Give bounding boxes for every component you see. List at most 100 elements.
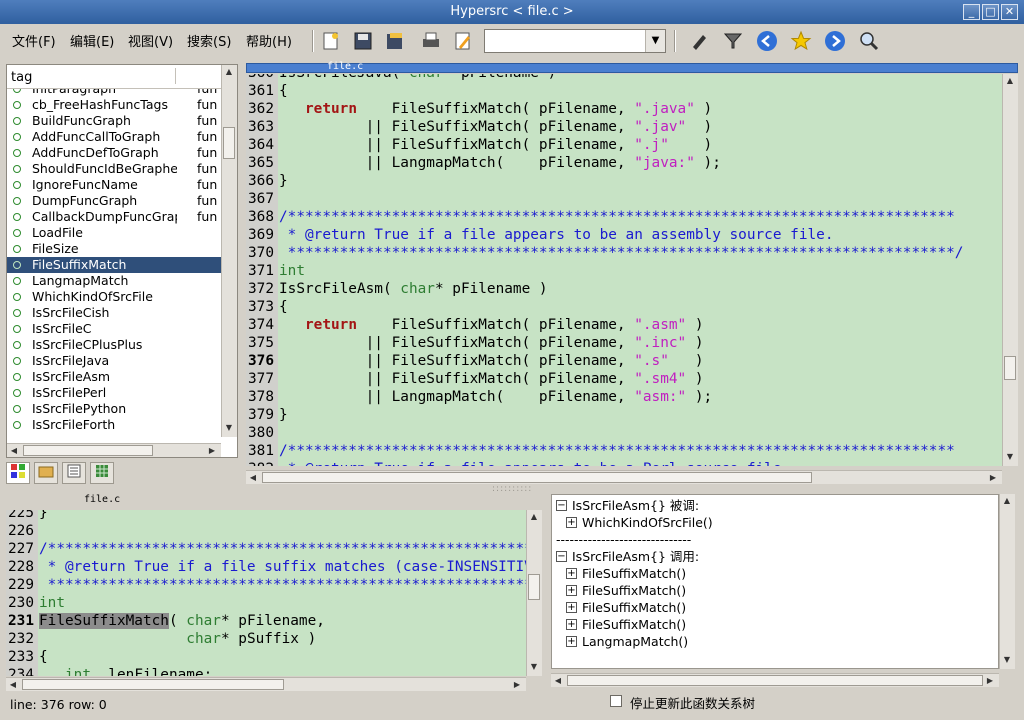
tag-row[interactable]: FileModeO <box>7 433 221 435</box>
scroll-left-icon[interactable]: ◀ <box>6 678 20 692</box>
tags-tab-icon[interactable] <box>6 462 30 484</box>
scroll-up-icon[interactable]: ▲ <box>1000 494 1014 508</box>
tag-row[interactable]: LoadFile <box>7 225 221 241</box>
menu-view[interactable]: 视图(V) <box>124 28 177 50</box>
save-all-icon[interactable] <box>382 28 408 54</box>
expand-icon[interactable]: + <box>566 585 577 596</box>
collapse-icon[interactable]: − <box>556 500 567 511</box>
bookmark-star-icon[interactable] <box>788 28 814 54</box>
scroll-right-icon[interactable]: ▶ <box>510 678 524 692</box>
tag-row[interactable]: IsSrcFileCPlusPlus <box>7 337 221 353</box>
tag-row[interactable]: FileSize <box>7 241 221 257</box>
menu-help[interactable]: 帮助(H) <box>242 28 296 50</box>
scroll-thumb[interactable] <box>22 679 284 690</box>
preview-tab-label[interactable]: file.c <box>84 494 120 505</box>
scroll-right-icon[interactable]: ▶ <box>986 471 1000 485</box>
scroll-left-icon[interactable]: ◀ <box>7 444 21 458</box>
tag-list-vscroll[interactable]: ▲ ▼ <box>221 65 237 437</box>
forward-icon[interactable] <box>822 28 848 54</box>
preview-vscroll[interactable]: ▲ ▼ <box>526 510 542 676</box>
splitter-grip[interactable]: :::::::::: <box>492 484 532 494</box>
expand-icon[interactable]: + <box>566 636 577 647</box>
tag-row[interactable]: IsSrcFileAsm <box>7 369 221 385</box>
scroll-up-icon[interactable]: ▲ <box>1003 74 1017 88</box>
scroll-down-icon[interactable]: ▼ <box>222 421 236 435</box>
scroll-thumb[interactable] <box>262 472 812 483</box>
editor-vscroll[interactable]: ▲ ▼ <box>1002 74 1018 466</box>
scroll-thumb[interactable] <box>223 127 235 159</box>
tag-row[interactable]: ShouldFuncIdBeGraphed fun <box>7 161 221 177</box>
print-icon[interactable] <box>418 28 444 54</box>
scroll-thumb[interactable] <box>23 445 153 456</box>
tag-row[interactable]: IsSrcFileC <box>7 321 221 337</box>
tag-row[interactable]: WhichKindOfSrcFile <box>7 289 221 305</box>
tag-row[interactable]: IsSrcFileCish <box>7 305 221 321</box>
menu-edit[interactable]: 编辑(E) <box>66 28 118 50</box>
tag-row[interactable]: AddFuncCallToGraph fun <box>7 129 221 145</box>
call-tree[interactable]: − IsSrcFileAsm{} 被调: + WhichKindOfSrcFile()… <box>551 494 999 669</box>
expand-icon[interactable]: + <box>566 602 577 613</box>
tag-row[interactable]: InitParagraph fun <box>7 89 221 97</box>
menu-search[interactable]: 搜索(S) <box>183 28 235 50</box>
tag-row[interactable]: AddFuncDefToGraph fun <box>7 145 221 161</box>
scroll-left-icon[interactable]: ◀ <box>246 471 260 485</box>
tag-row[interactable]: IsSrcFileJava <box>7 353 221 369</box>
edit-icon[interactable] <box>450 28 476 54</box>
tag-row[interactable]: cb_FreeHashFuncTags fun <box>7 97 221 113</box>
expand-icon[interactable]: + <box>566 517 577 528</box>
tag-row[interactable]: FileSuffixMatch <box>7 257 221 273</box>
scroll-thumb[interactable] <box>528 574 540 600</box>
scroll-down-icon[interactable]: ▼ <box>1000 653 1014 667</box>
tag-row[interactable]: IgnoreFuncName fun <box>7 177 221 193</box>
editor-hscroll[interactable]: ◀ ▶ <box>246 470 1002 484</box>
filter-icon[interactable] <box>720 28 746 54</box>
collapse-icon[interactable]: − <box>556 551 567 562</box>
close-button[interactable]: ✕ <box>1001 4 1018 20</box>
tree-tab-icon[interactable] <box>90 462 114 484</box>
scroll-right-icon[interactable]: ▶ <box>983 674 997 688</box>
calltree-hscroll[interactable]: ◀ ▶ <box>551 673 999 687</box>
tag-column-header[interactable]: tag <box>11 70 32 85</box>
expand-icon[interactable]: + <box>566 568 577 579</box>
scroll-up-icon[interactable]: ▲ <box>527 510 541 524</box>
menu-file[interactable]: 文件(F) <box>8 28 60 50</box>
files-tab-icon[interactable] <box>34 462 58 484</box>
scroll-right-icon[interactable]: ▶ <box>205 444 219 458</box>
tag-row[interactable]: LangmapMatch <box>7 273 221 289</box>
scroll-down-icon[interactable]: ▼ <box>1003 450 1017 464</box>
editor-tab-label[interactable]: file.c <box>327 61 363 72</box>
function-icon <box>13 373 21 381</box>
hammer-icon[interactable] <box>686 28 712 54</box>
search-combo[interactable]: ▼ <box>484 29 666 53</box>
new-file-icon[interactable] <box>318 28 344 54</box>
code-preview[interactable]: 225} 226 227/*****************************… <box>6 510 526 676</box>
tag-row[interactable]: BuildFuncGraph fun <box>7 113 221 129</box>
minimize-button[interactable]: _ <box>963 4 980 20</box>
scroll-thumb[interactable] <box>1004 356 1016 380</box>
tag-list-hscroll[interactable]: ◀ ▶ <box>7 443 221 457</box>
scroll-down-icon[interactable]: ▼ <box>527 660 541 674</box>
tag-row[interactable]: IsSrcFilePerl <box>7 385 221 401</box>
maximize-button[interactable]: □ <box>982 4 999 20</box>
editor-tab-strip[interactable]: file.c <box>246 61 1018 73</box>
tag-row[interactable]: DumpFuncGraph fun <box>7 193 221 209</box>
tag-name: IsSrcFileC <box>32 321 92 336</box>
code-line: 226 <box>6 522 526 540</box>
scroll-left-icon[interactable]: ◀ <box>551 674 565 688</box>
code-text: /***************************************… <box>279 443 955 459</box>
tag-row[interactable]: IsSrcFileForth <box>7 417 221 433</box>
code-editor[interactable]: 360IsSrcFileJava( char* pFilename )361{3… <box>246 74 1002 466</box>
expand-icon[interactable]: + <box>566 619 577 630</box>
list-tab-icon[interactable] <box>62 462 86 484</box>
scroll-thumb[interactable] <box>567 675 983 686</box>
chevron-down-icon[interactable]: ▼ <box>645 30 665 52</box>
tag-row[interactable]: IsSrcFilePython <box>7 401 221 417</box>
find-icon[interactable] <box>856 28 882 54</box>
calltree-vscroll[interactable]: ▲ ▼ <box>999 494 1015 669</box>
tag-row[interactable]: CallbackDumpFuncGraph fun <box>7 209 221 225</box>
scroll-up-icon[interactable]: ▲ <box>222 65 236 79</box>
save-icon[interactable] <box>350 28 376 54</box>
stop-update-checkbox[interactable] <box>610 695 622 707</box>
preview-hscroll[interactable]: ◀ ▶ <box>6 677 526 691</box>
back-icon[interactable] <box>754 28 780 54</box>
